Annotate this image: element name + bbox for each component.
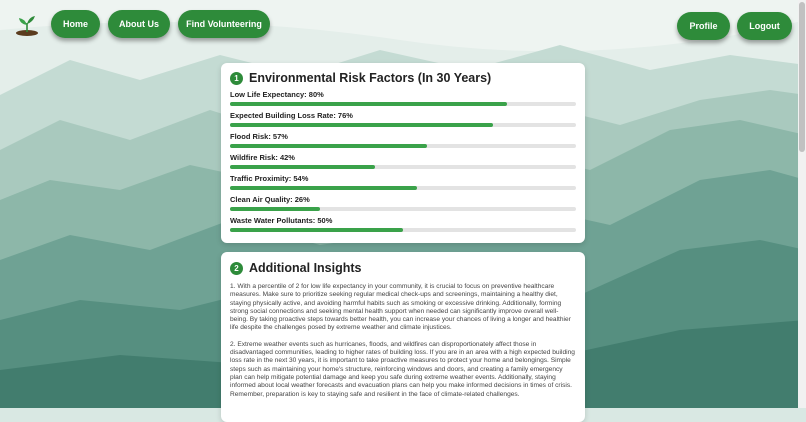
progress-track	[230, 186, 576, 190]
about-us-button[interactable]: About Us	[108, 10, 170, 38]
progress-fill	[230, 144, 428, 148]
progress-track	[230, 165, 576, 169]
risk-card-title: Environmental Risk Factors (In 30 Years)	[249, 71, 492, 85]
home-button[interactable]: Home	[51, 10, 100, 38]
risk-item: Waste Water Pollutants: 50%	[230, 216, 576, 232]
page-scrollbar[interactable]	[798, 0, 806, 408]
additional-insights-card: 2 Additional Insights 1. With a percenti…	[221, 252, 585, 422]
insights-body: 1. With a percentile of 2 for low life e…	[230, 283, 576, 399]
risk-label: Low Life Expectancy: 80%	[230, 90, 324, 99]
progress-fill	[230, 228, 403, 232]
risk-label: Wildfire Risk: 42%	[230, 153, 295, 162]
risk-item: Low Life Expectancy: 80%	[230, 90, 576, 106]
progress-fill	[230, 207, 320, 211]
risk-item: Clean Air Quality: 26%	[230, 195, 576, 211]
progress-track	[230, 144, 576, 148]
risk-list: Low Life Expectancy: 80% Expected Buildi…	[230, 90, 576, 232]
insight-paragraph: 1. With a percentile of 2 for low life e…	[230, 283, 571, 332]
risk-label: Waste Water Pollutants: 50%	[230, 216, 333, 225]
scrollbar-thumb[interactable]	[799, 2, 805, 152]
insights-card-title: Additional Insights	[249, 261, 362, 275]
risk-label: Traffic Proximity: 54%	[230, 174, 309, 183]
section-number-badge: 1	[230, 71, 243, 85]
progress-fill	[230, 165, 376, 169]
logout-button[interactable]: Logout	[737, 12, 792, 40]
sprout-logo-icon	[16, 16, 38, 36]
risk-card-header: 1 Environmental Risk Factors (In 30 Year…	[230, 71, 576, 85]
profile-button[interactable]: Profile	[677, 12, 730, 40]
risk-item: Wildfire Risk: 42%	[230, 153, 576, 169]
risk-label: Flood Risk: 57%	[230, 132, 288, 141]
progress-track	[230, 207, 576, 211]
risk-item: Expected Building Loss Rate: 76%	[230, 111, 576, 127]
risk-label: Expected Building Loss Rate: 76%	[230, 111, 353, 120]
find-volunteering-button[interactable]: Find Volunteering	[178, 10, 270, 38]
progress-track	[230, 102, 576, 106]
insight-paragraph: 2. Extreme weather events such as hurric…	[230, 340, 575, 398]
progress-fill	[230, 123, 493, 127]
risk-label: Clean Air Quality: 26%	[230, 195, 310, 204]
environmental-risk-card: 1 Environmental Risk Factors (In 30 Year…	[221, 63, 585, 243]
progress-track	[230, 228, 576, 232]
section-number-badge: 2	[230, 261, 243, 275]
insights-card-header: 2 Additional Insights	[230, 261, 576, 275]
progress-fill	[230, 102, 507, 106]
risk-item: Traffic Proximity: 54%	[230, 174, 576, 190]
progress-track	[230, 123, 576, 127]
progress-fill	[230, 186, 417, 190]
risk-item: Flood Risk: 57%	[230, 132, 576, 148]
